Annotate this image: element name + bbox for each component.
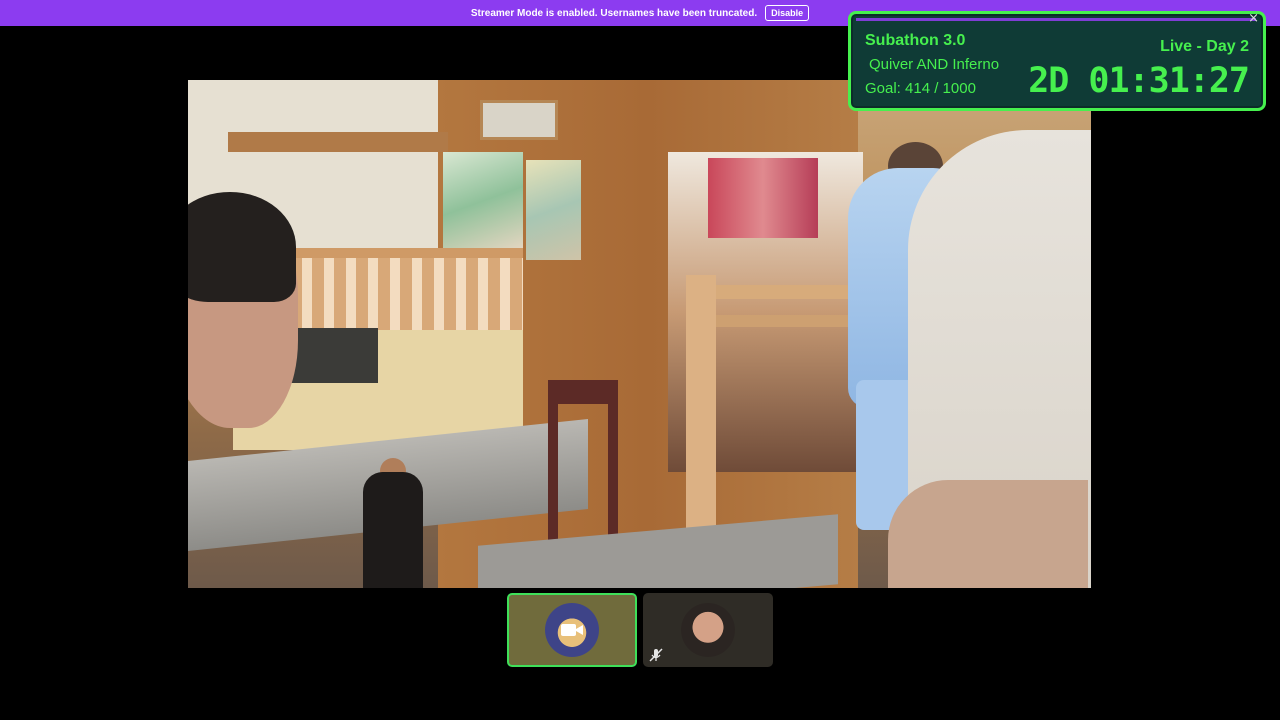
- overlay-subtitle: Quiver AND Inferno: [869, 56, 1000, 73]
- disable-streamer-mode-button[interactable]: Disable: [765, 5, 810, 21]
- video-scene-arm: [888, 480, 1088, 588]
- overlay-close-icon[interactable]: ×: [1248, 11, 1259, 26]
- video-scene-divider: [268, 248, 523, 338]
- video-scene-bottle: [363, 472, 423, 588]
- video-scene-rail: [716, 315, 866, 327]
- overlay-timer: 2D 01:31:27: [1028, 61, 1250, 101]
- avatar: [681, 603, 735, 657]
- call-window: Streamer Mode is enabled. Usernames have…: [0, 0, 1280, 720]
- video-scene-poster: [443, 152, 523, 250]
- overlay-goal: Goal: 414 / 1000: [865, 80, 976, 97]
- video-scene-rail: [716, 285, 866, 299]
- video-camera-icon: [561, 624, 583, 636]
- overlay-accent-line: [856, 18, 1256, 21]
- overlay-live-status: Live - Day 2: [1160, 38, 1249, 55]
- video-scene-vent: [480, 100, 558, 140]
- video-scene-rail: [686, 275, 716, 535]
- streamer-mode-message: Streamer Mode is enabled. Usernames have…: [470, 7, 758, 19]
- video-scene-chair: [548, 380, 618, 560]
- video-scene-beam: [228, 132, 448, 152]
- muted-microphone-icon: [649, 648, 663, 662]
- subathon-overlay: Subathon 3.0 Quiver AND Inferno Goal: 41…: [848, 11, 1266, 111]
- overlay-title: Subathon 3.0: [865, 32, 966, 49]
- video-scene-poster: [708, 158, 818, 238]
- participant-tile-self[interactable]: [507, 593, 637, 667]
- participant-tile[interactable]: [643, 593, 773, 667]
- main-video-stream[interactable]: [188, 80, 1091, 588]
- video-scene-poster: [526, 160, 581, 260]
